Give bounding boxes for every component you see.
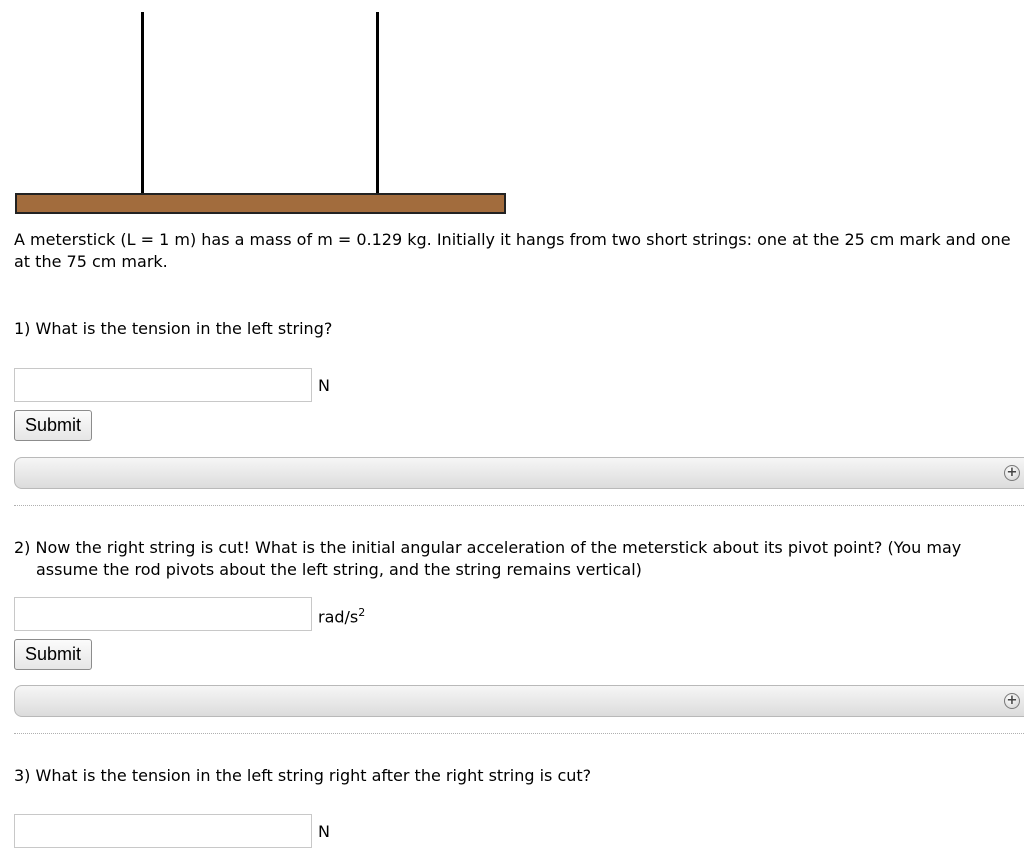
question-2-unit-base: rad/s [318, 607, 359, 627]
plus-icon[interactable]: + [1004, 693, 1020, 709]
question-1-unit: N [318, 376, 330, 395]
question-1-answer-input[interactable] [14, 368, 312, 402]
problem-statement: A meterstick (L = 1 m) has a mass of m =… [14, 230, 1011, 271]
question-3-unit: N [318, 822, 330, 841]
question-1-text: 1) What is the tension in the left strin… [14, 319, 333, 338]
meterstick-diagram [0, 0, 520, 220]
section-divider [14, 505, 1024, 506]
question-3-text: 3) What is the tension in the left strin… [14, 766, 592, 785]
left-string [141, 12, 144, 194]
question-2-text: 2) Now the right string is cut! What is … [14, 538, 962, 579]
question-1-hint-bar[interactable] [14, 457, 1024, 489]
question-2-unit-exponent: 2 [358, 606, 366, 619]
question-2-answer-input[interactable] [14, 597, 312, 631]
question-2-submit-button[interactable]: Submit [14, 639, 93, 670]
meterstick [15, 193, 506, 214]
question-3-answer-input[interactable] [14, 814, 312, 848]
question-2-unit: rad/s2 [318, 603, 365, 627]
right-string [376, 12, 379, 194]
question-1-submit-button[interactable]: Submit [14, 410, 93, 441]
section-divider [14, 733, 1024, 734]
question-2-hint-bar[interactable] [14, 685, 1024, 717]
plus-icon[interactable]: + [1004, 465, 1020, 481]
